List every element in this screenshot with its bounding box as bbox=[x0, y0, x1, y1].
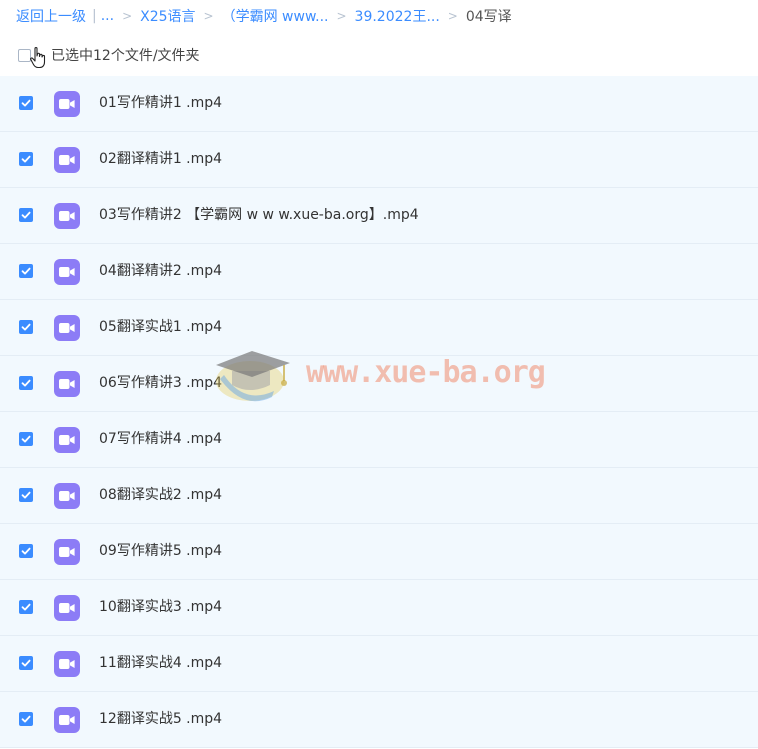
video-file-icon bbox=[54, 315, 80, 341]
file-list: 01写作精讲1 .mp4 02翻译精讲1 .mp4 03写作精讲2 【学霸网 w… bbox=[0, 76, 758, 748]
breadcrumb-item-x25[interactable]: X25语言 bbox=[140, 6, 195, 26]
file-row[interactable]: 08翻译实战2 .mp4 bbox=[0, 468, 758, 524]
video-file-icon bbox=[54, 483, 80, 509]
file-name[interactable]: 03写作精讲2 【学霸网 w w w.xue-ba.org】.mp4 bbox=[99, 188, 419, 243]
video-file-icon bbox=[54, 539, 80, 565]
row-checkbox[interactable] bbox=[19, 432, 33, 446]
breadcrumb-separator: > bbox=[122, 9, 133, 23]
file-name[interactable]: 10翻译实战3 .mp4 bbox=[99, 580, 222, 635]
checkmark-icon bbox=[21, 547, 31, 555]
breadcrumb: 返回上一级 | ... > X25语言 > （学霸网 www... > 39.2… bbox=[16, 6, 512, 26]
file-row[interactable]: 06写作精讲3 .mp4 bbox=[0, 356, 758, 412]
back-link[interactable]: 返回上一级 bbox=[16, 6, 86, 26]
row-checkbox[interactable] bbox=[19, 656, 33, 670]
file-name[interactable]: 06写作精讲3 .mp4 bbox=[99, 356, 222, 411]
file-row[interactable]: 07写作精讲4 .mp4 bbox=[0, 412, 758, 468]
row-checkbox[interactable] bbox=[19, 712, 33, 726]
checkmark-icon bbox=[21, 603, 31, 611]
checkmark-icon bbox=[21, 715, 31, 723]
file-name[interactable]: 09写作精讲5 .mp4 bbox=[99, 524, 222, 579]
video-file-icon bbox=[54, 91, 80, 117]
file-row[interactable]: 05翻译实战1 .mp4 bbox=[0, 300, 758, 356]
checkmark-icon bbox=[21, 267, 31, 275]
checkmark-icon bbox=[21, 99, 31, 107]
video-file-icon bbox=[54, 371, 80, 397]
row-checkbox[interactable] bbox=[19, 376, 33, 390]
row-checkbox[interactable] bbox=[19, 96, 33, 110]
row-checkbox[interactable] bbox=[19, 544, 33, 558]
checkmark-icon bbox=[21, 491, 31, 499]
file-row[interactable]: 03写作精讲2 【学霸网 w w w.xue-ba.org】.mp4 bbox=[0, 188, 758, 244]
file-row[interactable]: 04翻译精讲2 .mp4 bbox=[0, 244, 758, 300]
checkmark-icon bbox=[21, 659, 31, 667]
file-row[interactable]: 02翻译精讲1 .mp4 bbox=[0, 132, 758, 188]
video-file-icon bbox=[54, 147, 80, 173]
video-file-icon bbox=[54, 595, 80, 621]
file-browser: 返回上一级 | ... > X25语言 > （学霸网 www... > 39.2… bbox=[0, 0, 758, 749]
video-file-icon bbox=[54, 427, 80, 453]
breadcrumb-ellipsis[interactable]: ... bbox=[101, 8, 114, 24]
row-checkbox[interactable] bbox=[19, 600, 33, 614]
checkmark-icon bbox=[21, 323, 31, 331]
video-file-icon bbox=[54, 259, 80, 285]
row-checkbox[interactable] bbox=[19, 264, 33, 278]
file-row[interactable]: 11翻译实战4 .mp4 bbox=[0, 636, 758, 692]
video-file-icon bbox=[54, 707, 80, 733]
row-checkbox[interactable] bbox=[19, 320, 33, 334]
file-name[interactable]: 02翻译精讲1 .mp4 bbox=[99, 132, 222, 187]
selection-count-text: 已选中12个文件/文件夹 bbox=[51, 48, 200, 64]
file-name[interactable]: 01写作精讲1 .mp4 bbox=[99, 76, 222, 131]
checkmark-icon bbox=[21, 155, 31, 163]
row-checkbox[interactable] bbox=[19, 152, 33, 166]
breadcrumb-separator: > bbox=[447, 9, 458, 23]
file-row[interactable]: 12翻译实战5 .mp4 bbox=[0, 692, 758, 748]
file-name[interactable]: 05翻译实战1 .mp4 bbox=[99, 300, 222, 355]
video-file-icon bbox=[54, 203, 80, 229]
file-name[interactable]: 04翻译精讲2 .mp4 bbox=[99, 244, 222, 299]
breadcrumb-current: 04写译 bbox=[465, 9, 512, 25]
video-file-icon bbox=[54, 651, 80, 677]
file-name[interactable]: 12翻译实战5 .mp4 bbox=[99, 692, 222, 747]
breadcrumb-pipe: | bbox=[92, 8, 97, 24]
file-row[interactable]: 01写作精讲1 .mp4 bbox=[0, 76, 758, 132]
select-all-checkbox[interactable] bbox=[18, 46, 46, 68]
file-name[interactable]: 08翻译实战2 .mp4 bbox=[99, 468, 222, 523]
breadcrumb-item-2022[interactable]: 39.2022王... bbox=[355, 6, 440, 26]
checkmark-icon bbox=[21, 379, 31, 387]
checkmark-icon bbox=[21, 435, 31, 443]
breadcrumb-item-xueba[interactable]: （学霸网 www... bbox=[222, 6, 329, 26]
breadcrumb-separator: > bbox=[336, 9, 347, 23]
file-name[interactable]: 11翻译实战4 .mp4 bbox=[99, 636, 222, 691]
row-checkbox[interactable] bbox=[19, 208, 33, 222]
breadcrumb-separator: > bbox=[203, 9, 214, 23]
checkmark-icon bbox=[21, 211, 31, 219]
selection-header: 已选中12个文件/文件夹 bbox=[18, 44, 200, 68]
file-row[interactable]: 09写作精讲5 .mp4 bbox=[0, 524, 758, 580]
file-row[interactable]: 10翻译实战3 .mp4 bbox=[0, 580, 758, 636]
row-checkbox[interactable] bbox=[19, 488, 33, 502]
hand-cursor-icon bbox=[30, 46, 46, 68]
file-name[interactable]: 07写作精讲4 .mp4 bbox=[99, 412, 222, 467]
